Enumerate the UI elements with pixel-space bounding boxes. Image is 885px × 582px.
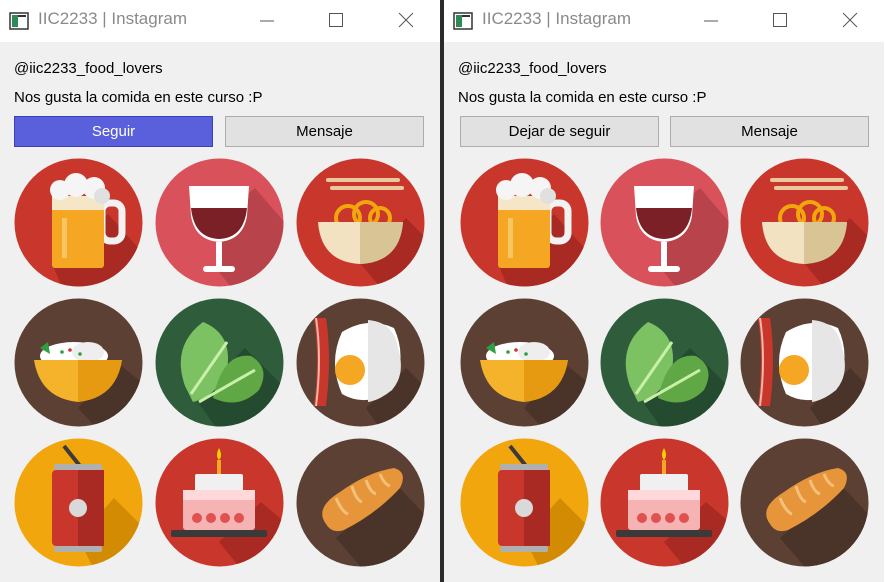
noodle-bowl-icon[interactable]: [296, 158, 425, 287]
window-title: IIC2233 | Instagram: [38, 9, 187, 28]
beer-mug-icon[interactable]: [460, 158, 589, 287]
title-bar[interactable]: IIC2233 | Instagram: [0, 0, 440, 42]
profile-username: @iic2233_food_lovers: [458, 60, 607, 77]
unfollow-button[interactable]: Dejar de seguir: [460, 116, 659, 147]
rice-bowl-icon[interactable]: [14, 298, 143, 427]
message-button[interactable]: Mensaje: [225, 116, 424, 147]
birthday-cake-icon[interactable]: [600, 438, 729, 567]
profile-username: @iic2233_food_lovers: [14, 60, 163, 77]
noodle-bowl-icon[interactable]: [740, 158, 869, 287]
minimize-icon[interactable]: [696, 8, 724, 34]
maximize-icon[interactable]: [322, 8, 350, 34]
rice-bowl-icon[interactable]: [460, 298, 589, 427]
maximize-icon[interactable]: [766, 8, 794, 34]
bacon-egg-icon[interactable]: [740, 298, 869, 427]
soda-can-icon[interactable]: [460, 438, 589, 567]
lettuce-icon[interactable]: [155, 298, 284, 427]
app-window-icon: [453, 12, 473, 34]
close-icon[interactable]: [392, 8, 420, 34]
bread-loaf-icon[interactable]: [740, 438, 869, 567]
birthday-cake-icon[interactable]: [155, 438, 284, 567]
bacon-egg-icon[interactable]: [296, 298, 425, 427]
beer-mug-icon[interactable]: [14, 158, 143, 287]
soda-can-icon[interactable]: [14, 438, 143, 567]
wine-glass-icon[interactable]: [155, 158, 284, 287]
profile-bio: Nos gusta la comida en este curso :P: [458, 89, 707, 106]
profile-bio: Nos gusta la comida en este curso :P: [14, 89, 263, 106]
minimize-icon[interactable]: [252, 8, 280, 34]
title-bar[interactable]: IIC2233 | Instagram: [444, 0, 884, 42]
wine-glass-icon[interactable]: [600, 158, 729, 287]
follow-button[interactable]: Seguir: [14, 116, 213, 147]
close-icon[interactable]: [836, 8, 864, 34]
bread-loaf-icon[interactable]: [296, 438, 425, 567]
lettuce-icon[interactable]: [600, 298, 729, 427]
message-button[interactable]: Mensaje: [670, 116, 869, 147]
window-title: IIC2233 | Instagram: [482, 9, 631, 28]
window-left: IIC2233 | Instagram @iic2233_food_lovers…: [0, 0, 440, 582]
app-window-icon: [9, 12, 29, 34]
window-right: IIC2233 | Instagram @iic2233_food_lovers…: [444, 0, 884, 582]
